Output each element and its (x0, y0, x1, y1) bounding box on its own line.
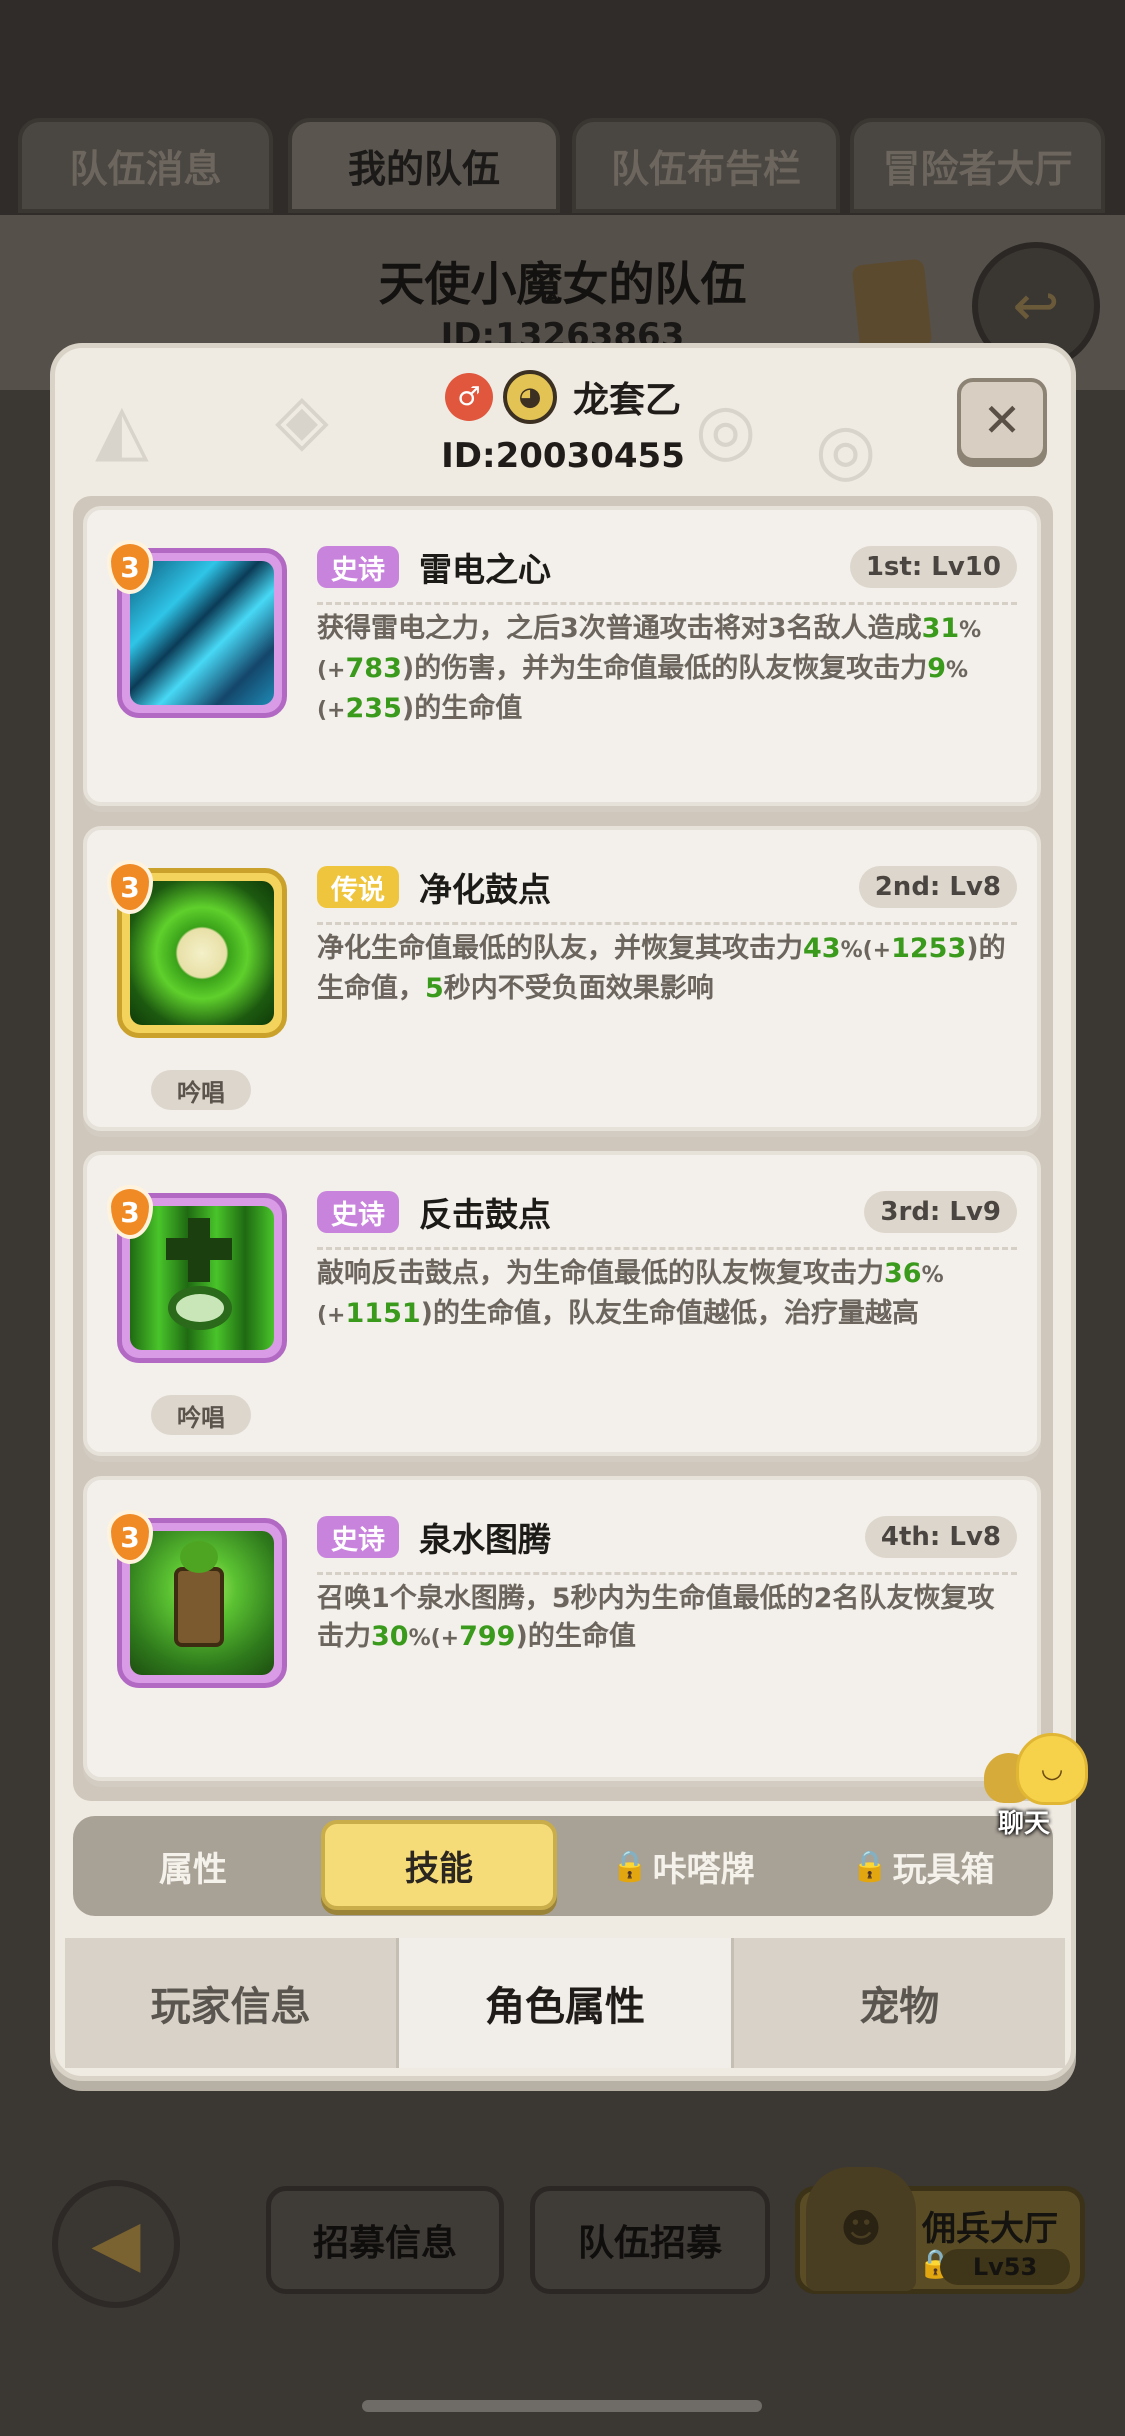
chant-tag: 吟唱 (151, 1070, 251, 1110)
skill-card[interactable]: 3 传说 净化鼓点 2nd: Lv8 净化生命值最低的队友，并恢复其攻击力43%… (83, 826, 1041, 1131)
character-avatar-icon: ◕ (502, 370, 557, 424)
tab-skills[interactable]: 技能 (321, 1820, 557, 1910)
character-detail-modal: ◭ ◈ ◎ ◎ ♂ ◕ 龙套乙 ID:20030455 ✕ 3 史诗 雷电之心 … (50, 343, 1076, 2081)
sub-tab-bar: 属性 技能 🔒 咔嗒牌 🔒 玩具箱 (73, 1816, 1053, 1916)
chant-tag: 吟唱 (151, 1395, 251, 1435)
rarity-tag: 史诗 (317, 1191, 399, 1233)
team-recruit-button[interactable]: 队伍招募 (530, 2186, 770, 2294)
skill-description: 获得雷电之力，之后3次普通攻击将对3名敌人造成31%(+783)的伤害，并为生命… (317, 613, 982, 724)
close-icon: ✕ (982, 393, 1022, 447)
back-button[interactable]: ◀ (52, 2180, 180, 2308)
lightning-icon (130, 561, 274, 705)
skill-name: 净化鼓点 (419, 870, 551, 909)
divider (317, 1572, 1017, 1575)
tab-label: 咔嗒牌 (652, 1849, 755, 1890)
mercenary-hall-label: 佣兵大厅 (922, 2209, 1058, 2249)
chat-button[interactable]: ◡ 聊天 (980, 1725, 1100, 1839)
tab-team-bulletin[interactable]: 队伍布告栏 (572, 118, 840, 213)
title-badge-icon[interactable]: ♂ (444, 373, 493, 421)
chat-face-icon: ◡ (1016, 1733, 1088, 1805)
skill-description: 召唤1个泉水图腾，5秒内为生命值最低的2名队友恢复攻击力30%(+799)的生命… (317, 1583, 995, 1652)
drum-icon (130, 881, 274, 1025)
skill-slot-level: 2nd: Lv8 (858, 866, 1017, 908)
tab-adventurer-hall[interactable]: 冒险者大厅 (850, 118, 1105, 213)
skill-name: 雷电之心 (419, 550, 551, 589)
character-name: 龙套乙 (572, 380, 681, 421)
lock-icon: 🔒 (611, 1848, 649, 1884)
tab-team-messages[interactable]: 队伍消息 (18, 118, 273, 213)
skill-name: 泉水图腾 (419, 1520, 551, 1559)
totem-icon (130, 1531, 274, 1675)
skill-card[interactable]: 3 史诗 反击鼓点 3rd: Lv9 敲响反击鼓点，为生命值最低的队友恢复攻击力… (83, 1151, 1041, 1456)
back-arrow-icon: ◀ (91, 2207, 141, 2281)
divider (317, 922, 1017, 925)
skill-list[interactable]: 3 史诗 雷电之心 1st: Lv10 获得雷电之力，之后3次普通攻击将对3名敌… (73, 496, 1053, 1801)
tab-pets[interactable]: 宠物 (733, 1938, 1065, 2068)
skill-description: 净化生命值最低的队友，并恢复其攻击力43%(+1253)的生命值，5秒内不受负面… (317, 933, 1006, 1004)
divider (317, 1247, 1017, 1250)
tab-character-attributes[interactable]: 角色属性 (399, 1938, 734, 2068)
recruit-info-button[interactable]: 招募信息 (266, 2186, 504, 2294)
character-id: ID:20030455 (441, 436, 685, 476)
tab-label: 玩具箱 (892, 1849, 995, 1890)
skill-card[interactable]: 3 史诗 雷电之心 1st: Lv10 获得雷电之力，之后3次普通攻击将对3名敌… (83, 506, 1041, 806)
skill-card[interactable]: 3 史诗 泉水图腾 4th: Lv8 召唤1个泉水图腾，5秒内为生命值最低的2名… (83, 1476, 1041, 1781)
lock-icon: 🔒 (851, 1848, 889, 1884)
mercenary-avatar-icon: ☻ (806, 2167, 916, 2291)
rarity-tag: 史诗 (317, 546, 399, 588)
tab-click-cards[interactable]: 🔒 咔嗒牌 (563, 1816, 803, 1916)
home-indicator[interactable] (362, 2400, 762, 2412)
divider (317, 602, 1017, 605)
cross-icon (130, 1206, 274, 1350)
rarity-tag: 传说 (317, 866, 399, 908)
chat-label: 聊天 (998, 1809, 1051, 1839)
skill-description: 敲响反击鼓点，为生命值最低的队友恢复攻击力36%(+1151)的生命值，队友生命… (317, 1258, 944, 1329)
rarity-tag: 史诗 (317, 1516, 399, 1558)
exit-arrow-icon: ↩ (1012, 273, 1060, 339)
mercenary-hall-button[interactable]: ☻ 佣兵大厅 🔒 Lv53 (795, 2167, 1085, 2294)
skill-slot-level: 4th: Lv8 (864, 1516, 1017, 1558)
modal-tab-bar: 玩家信息 角色属性 宠物 (65, 1938, 1065, 2068)
skill-name: 反击鼓点 (419, 1195, 551, 1234)
character-header: ♂ ◕ 龙套乙 (55, 370, 1071, 424)
team-name: 天使小魔女的队伍 (378, 257, 747, 311)
scroll-icon[interactable] (851, 258, 933, 354)
close-button[interactable]: ✕ (957, 378, 1047, 462)
tab-attributes[interactable]: 属性 (73, 1816, 313, 1916)
skill-slot-level: 3rd: Lv9 (864, 1191, 1017, 1233)
skill-slot-level: 1st: Lv10 (849, 546, 1017, 588)
tab-my-team[interactable]: 我的队伍 (288, 118, 560, 213)
tab-player-info[interactable]: 玩家信息 (65, 1938, 400, 2068)
mercenary-level-badge: Lv53 (940, 2249, 1070, 2285)
